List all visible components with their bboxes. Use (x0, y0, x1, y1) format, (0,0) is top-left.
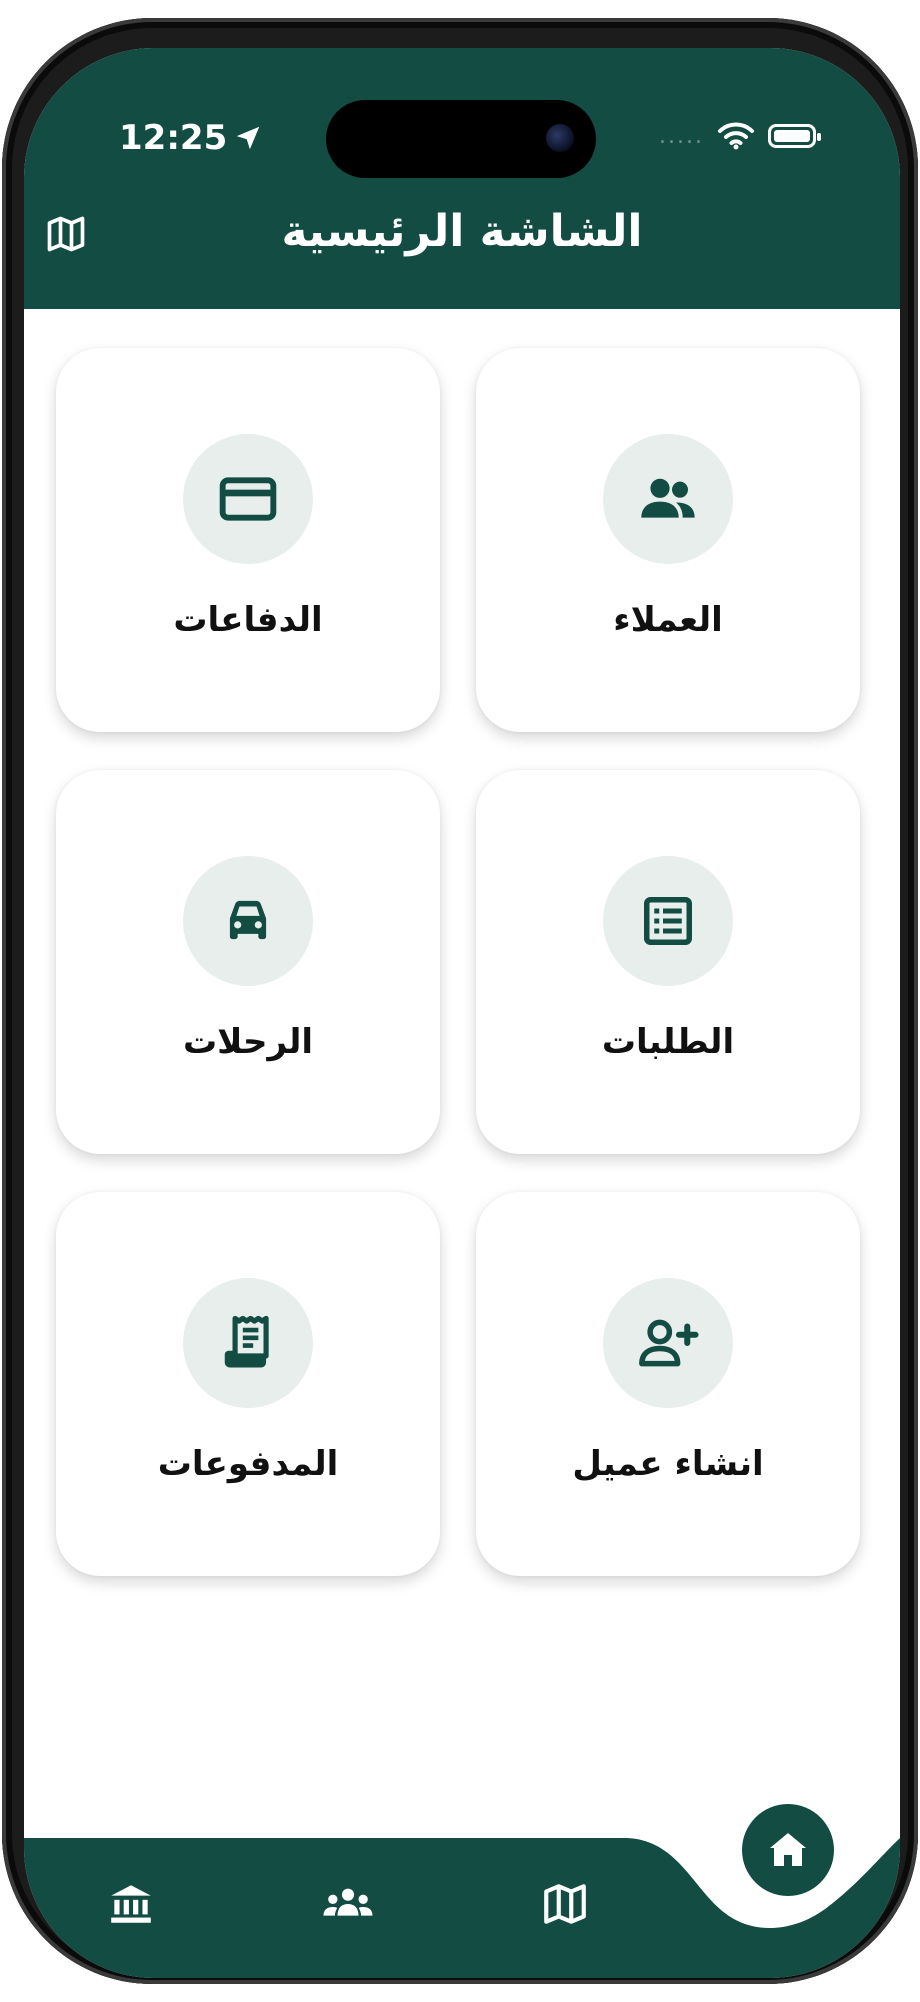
location-arrow-icon (236, 126, 260, 150)
list-icon (644, 897, 692, 945)
home-icon (770, 1833, 806, 1866)
receipt-icon (224, 1315, 269, 1368)
tile-icon-circle (603, 856, 733, 986)
people-icon (641, 478, 695, 518)
tile-icon-circle (183, 434, 313, 564)
tile-create-customer[interactable]: انشاء عميل (476, 1192, 860, 1576)
tile-label: الدفاعات (173, 600, 323, 640)
nav-home-active[interactable] (742, 1804, 834, 1896)
top-app-bar: 12:25 ..... الشاشة الرئيسية (24, 48, 900, 309)
bank-icon (111, 1885, 151, 1923)
tile-payments[interactable]: المدفوعات (56, 1192, 440, 1576)
tile-icon-circle (183, 1278, 313, 1408)
tile-label: الطلبات (601, 1022, 735, 1062)
tile-label: المدفوعات (157, 1444, 339, 1484)
status-time-text: 12:25 (119, 118, 228, 158)
status-time: 12:25 (119, 118, 263, 158)
app-screen: 12:25 ..... الشاشة الرئيسية العملاء الدف… (24, 48, 900, 1978)
tile-label: انشاء عميل (572, 1444, 764, 1484)
tile-trips[interactable]: الرحلات (56, 770, 440, 1154)
phone-frame: 12:25 ..... الشاشة الرئيسية العملاء الدف… (2, 18, 918, 1984)
dynamic-island (326, 100, 596, 178)
tile-customers[interactable]: العملاء (476, 348, 860, 732)
status-indicators: ..... (659, 122, 821, 150)
car-icon (229, 900, 267, 940)
groups-icon (323, 1888, 373, 1916)
tile-icon-circle (603, 434, 733, 564)
cellular-signal: ..... (659, 123, 704, 149)
wifi-icon (718, 122, 754, 150)
tile-defenses[interactable]: الدفاعات (56, 348, 440, 732)
tile-label: الرحلات (182, 1022, 314, 1062)
tile-icon-circle (183, 856, 313, 986)
tile-icon-circle (603, 1278, 733, 1408)
tile-label: العملاء (613, 600, 723, 640)
nav-map[interactable] (537, 1876, 593, 1932)
battery-icon (768, 124, 821, 148)
page-title: الشاشة الرئيسية (281, 206, 643, 257)
camera-lens (546, 124, 574, 152)
bottom-navigation (24, 1798, 900, 1978)
nav-groups[interactable] (320, 1876, 376, 1932)
tile-orders[interactable]: الطلبات (476, 770, 860, 1154)
nav-bank[interactable] (103, 1876, 159, 1932)
map-icon (544, 1884, 586, 1924)
person-add-icon (639, 1319, 699, 1367)
credit-card-icon (219, 477, 277, 521)
